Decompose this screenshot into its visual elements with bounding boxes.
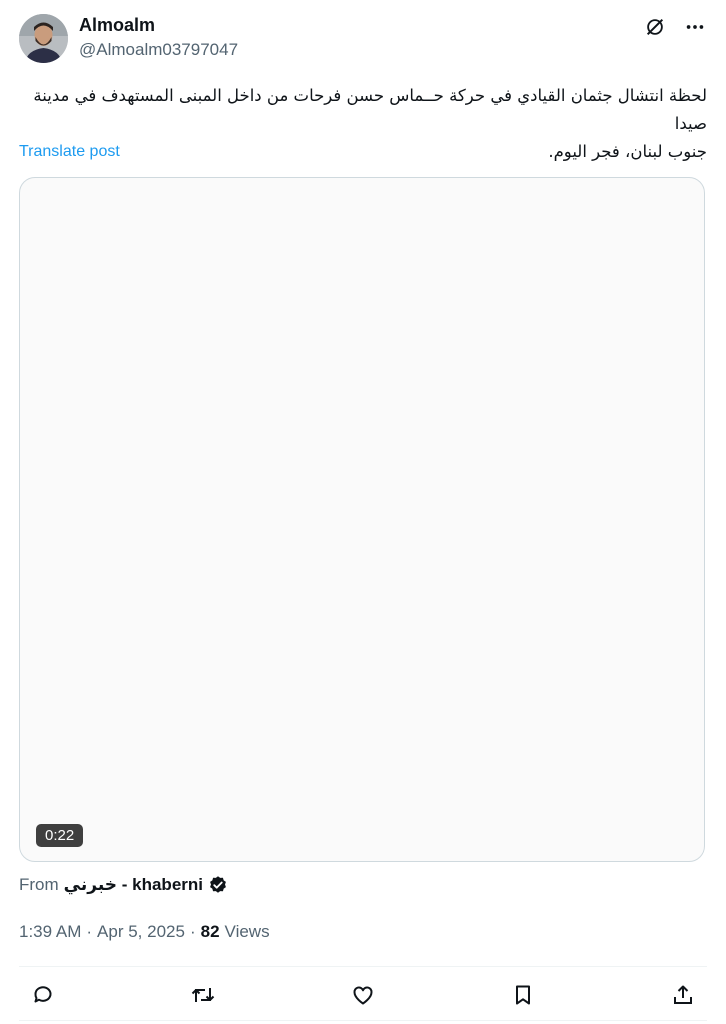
source-link[interactable]: خبرني - khaberni: [64, 875, 203, 895]
post-text-line: لحظة انتشال جثمان القيادي في حركة حــماس…: [33, 86, 707, 133]
video-player[interactable]: 0:22: [19, 177, 705, 862]
display-name[interactable]: Almoalm: [79, 15, 155, 36]
post-meta: 1:39 AM · Apr 5, 2025 · 82 Views: [19, 922, 270, 942]
reply-icon[interactable]: [26, 978, 60, 1012]
source-attribution: From خبرني - khaberni: [19, 875, 228, 895]
like-icon[interactable]: [346, 978, 380, 1012]
share-icon[interactable]: [666, 978, 700, 1012]
post: Almoalm @Almoalm03797047 لحظة انتشال جثم…: [0, 0, 726, 1024]
avatar-image: [19, 14, 68, 63]
action-bar: [19, 978, 707, 1012]
divider: [19, 966, 707, 967]
repost-icon[interactable]: [186, 978, 220, 1012]
verified-badge-icon: [208, 875, 228, 895]
meta-separator: ·: [86, 922, 93, 941]
views-label: Views: [224, 922, 270, 941]
bookmark-icon[interactable]: [506, 978, 540, 1012]
post-text: لحظة انتشال جثمان القيادي في حركة حــماس…: [20, 82, 707, 166]
video-duration-badge: 0:22: [36, 824, 84, 847]
translate-post-link[interactable]: Translate post: [19, 143, 120, 161]
from-label: From: [19, 875, 59, 894]
post-time[interactable]: 1:39 AM: [19, 922, 81, 942]
post-date[interactable]: Apr 5, 2025: [97, 922, 185, 942]
grok-icon[interactable]: [642, 14, 668, 40]
user-handle[interactable]: @Almoalm03797047: [79, 40, 238, 60]
post-text-line: جنوب لبنان، فجر اليوم.: [548, 142, 707, 161]
divider: [19, 1020, 707, 1021]
meta-separator: ·: [189, 922, 196, 941]
avatar[interactable]: [19, 14, 68, 63]
views-count: 82: [200, 922, 220, 941]
top-actions: [642, 14, 708, 40]
more-icon[interactable]: [682, 14, 708, 40]
